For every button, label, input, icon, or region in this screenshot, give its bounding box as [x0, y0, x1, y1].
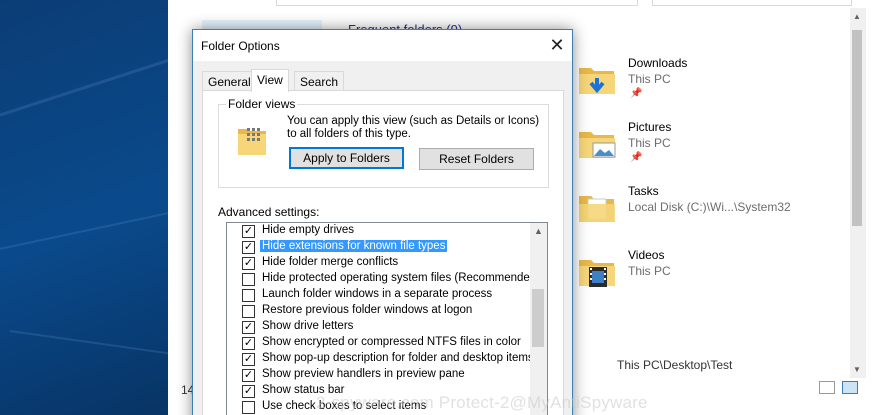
folder-location: This PC	[628, 72, 671, 86]
setting-checkbox[interactable]	[242, 273, 255, 286]
advanced-settings-list: ✓ Hide empty drives ✓ Hide extensions for k…	[226, 222, 548, 415]
close-icon[interactable]: ✕	[542, 30, 572, 60]
folder-views-label: Folder views	[226, 97, 298, 111]
setting-checkbox[interactable]: ✓	[242, 241, 255, 254]
setting-label: Show pop-up description for folder and d…	[262, 352, 534, 364]
setting-row[interactable]: Hide protected operating system files (R…	[227, 271, 540, 287]
dialog-title: Folder Options	[201, 39, 280, 53]
setting-label: Show drive letters	[262, 320, 354, 332]
advanced-settings-label: Advanced settings:	[218, 205, 320, 219]
frequent-folder-downloads[interactable]: Downloads This PC 📌	[578, 56, 838, 112]
setting-checkbox[interactable]: ✓	[242, 257, 255, 270]
folder-views-description: You can apply this view (such as Details…	[287, 115, 540, 140]
folder-views-icon	[238, 128, 266, 155]
apply-to-folders-button[interactable]: Apply to Folders	[289, 147, 404, 169]
tab-view[interactable]: View	[251, 69, 289, 92]
folder-location: Local Disk (C:)\Wi...\System32	[628, 200, 791, 214]
setting-label: Show encrypted or compressed NTFS files …	[262, 336, 521, 348]
setting-row[interactable]: Restore previous folder windows at logon	[227, 303, 531, 319]
dialog-titlebar[interactable]: Folder Options ✕	[193, 30, 572, 61]
setting-row[interactable]: ✓ Show pop-up description for folder and …	[227, 351, 534, 367]
setting-row[interactable]: ✓ Hide empty drives	[227, 223, 531, 239]
setting-row[interactable]: ✓ Show preview handlers in preview pane	[227, 367, 531, 383]
setting-checkbox[interactable]: ✓	[242, 353, 255, 366]
setting-checkbox[interactable]	[242, 289, 255, 302]
scrollbar-thumb[interactable]	[532, 289, 544, 347]
videos-folder-icon	[579, 260, 615, 287]
frequent-folder-tasks[interactable]: Tasks Local Disk (C:)\Wi...\System32	[578, 184, 838, 240]
setting-checkbox[interactable]: ✓	[242, 225, 255, 238]
frequent-folder-pictures[interactable]: Pictures This PC 📌	[578, 120, 838, 176]
setting-checkbox[interactable]: ✓	[242, 321, 255, 334]
setting-label: Hide extensions for known file types	[260, 240, 448, 252]
view-tab-panel: Folder views You can apply this view (su…	[202, 90, 564, 415]
item-path-text: This PC\Desktop\Test	[617, 358, 733, 372]
large-icons-view-icon[interactable]	[842, 381, 858, 394]
watermark-text: 2-spyware.com Protect-2@MyAntiSpyware	[316, 393, 648, 412]
folder-location: This PC	[628, 136, 671, 150]
folder-icon	[579, 196, 615, 222]
folder-name: Downloads	[628, 56, 688, 70]
setting-label: Launch folder windows in a separate proc…	[262, 288, 493, 300]
folder-name: Pictures	[628, 120, 672, 134]
setting-row[interactable]: ✓ Hide extensions for known file types	[227, 239, 531, 255]
pin-icon: 📌	[630, 152, 643, 163]
details-view-icon[interactable]	[819, 381, 835, 394]
setting-row[interactable]: ✓ Show encrypted or compressed NTFS files…	[227, 335, 531, 351]
setting-label: Hide folder merge conflicts	[262, 256, 399, 268]
frequent-folder-videos[interactable]: Videos This PC	[578, 248, 838, 304]
scroll-up-arrow-icon[interactable]: ▲	[534, 226, 543, 236]
scroll-up-arrow-icon[interactable]: ▲	[853, 12, 861, 21]
explorer-scrollbar[interactable]: ▲ ▼	[850, 8, 866, 378]
scrollbar-thumb[interactable]	[852, 30, 862, 226]
setting-checkbox[interactable]: ✓	[242, 385, 255, 398]
pictures-folder-icon	[579, 132, 616, 158]
downloads-folder-icon	[579, 68, 615, 94]
setting-row[interactable]: ✓ Show drive letters	[227, 319, 531, 335]
tab-general[interactable]: General	[202, 71, 257, 91]
folder-options-dialog: Folder Options ✕ General View Search Fol…	[192, 29, 573, 415]
folder-views-group: Folder views You can apply this view (su…	[218, 97, 549, 188]
setting-label: Restore previous folder windows at logon	[262, 304, 473, 316]
settings-scrollbar[interactable]: ▲ ▼	[530, 223, 547, 415]
setting-checkbox[interactable]	[242, 401, 255, 414]
tab-search[interactable]: Search	[294, 71, 345, 91]
pin-icon: 📌	[630, 88, 643, 99]
setting-label: Hide protected operating system files (R…	[262, 272, 541, 284]
setting-checkbox[interactable]	[242, 305, 255, 318]
folder-location: This PC	[628, 264, 671, 278]
setting-row[interactable]: ✓ Hide folder merge conflicts	[227, 255, 531, 271]
setting-checkbox[interactable]: ✓	[242, 337, 255, 350]
folder-name: Tasks	[628, 184, 659, 198]
folder-name: Videos	[628, 248, 665, 262]
reset-folders-button[interactable]: Reset Folders	[419, 148, 534, 170]
setting-row[interactable]: Launch folder windows in a separate proc…	[227, 287, 531, 303]
setting-checkbox[interactable]: ✓	[242, 369, 255, 382]
scroll-down-arrow-icon[interactable]: ▼	[853, 365, 861, 374]
search-box[interactable]	[652, 0, 852, 6]
setting-label: Show preview handlers in preview pane	[262, 368, 465, 380]
setting-label: Hide empty drives	[262, 224, 355, 236]
address-bar[interactable]	[276, 0, 638, 6]
